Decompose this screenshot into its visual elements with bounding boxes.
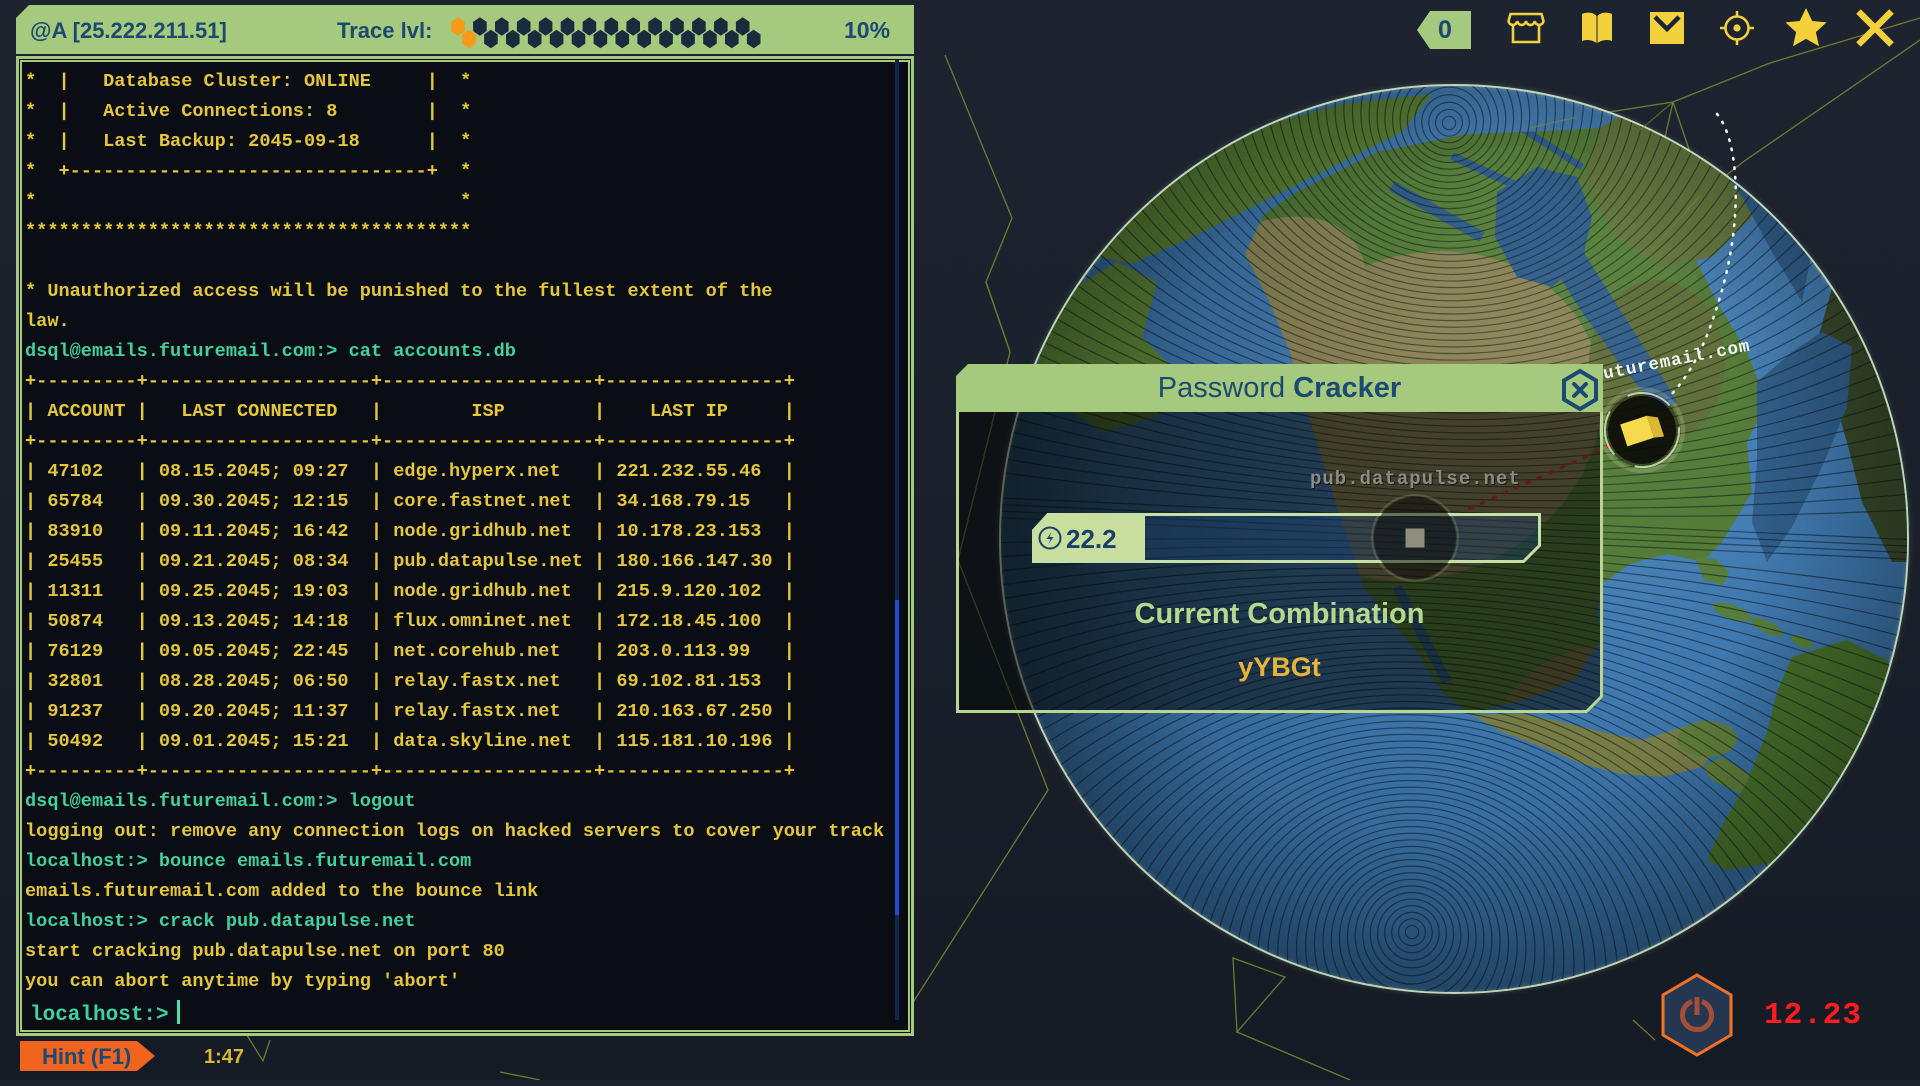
svg-text:0: 0 <box>1438 16 1452 44</box>
